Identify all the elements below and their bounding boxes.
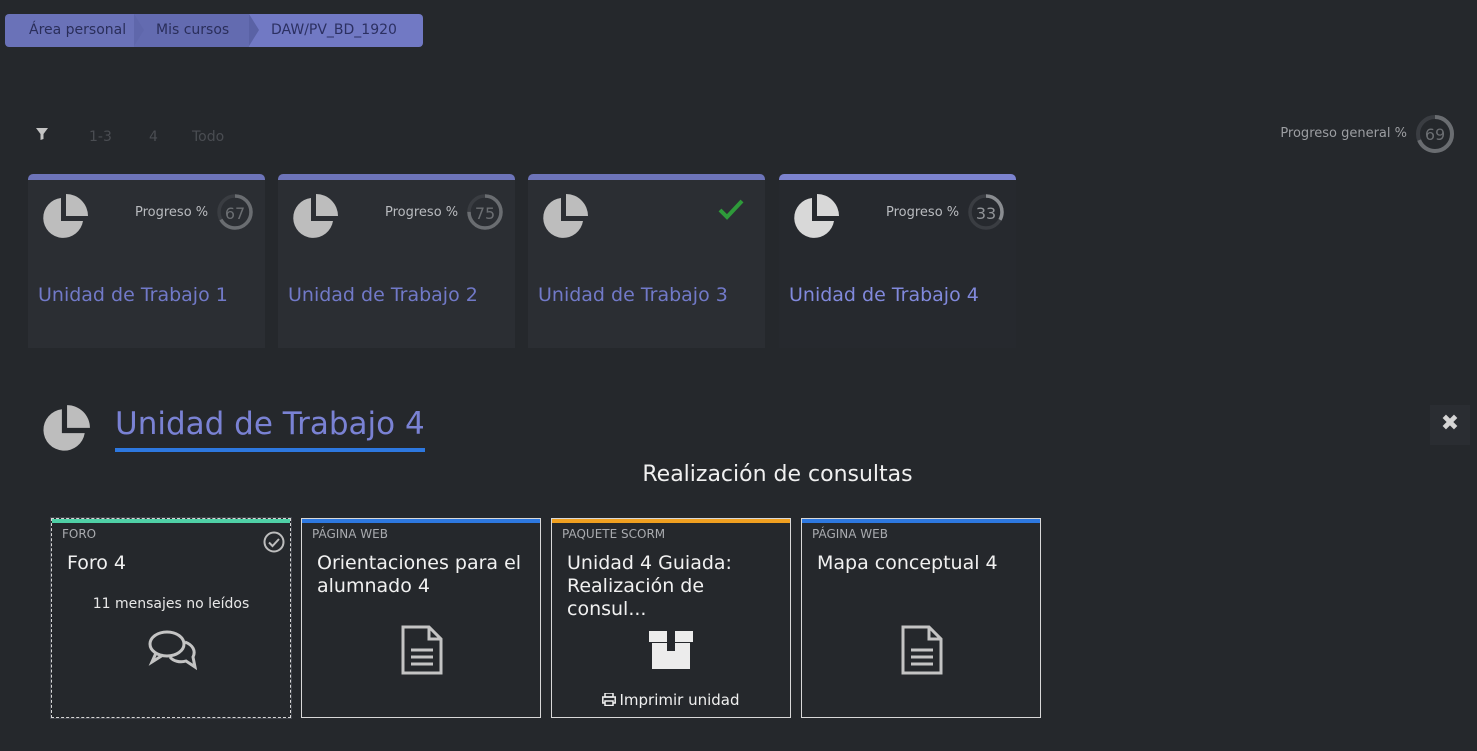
unit-title[interactable]: Unidad de Trabajo 2: [288, 284, 478, 306]
section-subtitle: Realización de consultas: [642, 462, 913, 487]
activity-type: PÁGINA WEB: [812, 527, 888, 541]
activity-color-bar: [302, 519, 540, 523]
print-unit-link[interactable]: Imprimir unidad: [552, 691, 790, 709]
activity-card-orientaciones[interactable]: PÁGINA WEB Orientaciones para el alumnad…: [301, 518, 541, 718]
section-title: Unidad de Trabajo 4: [115, 406, 425, 452]
pie-chart-icon: [543, 194, 588, 238]
activity-type: FORO: [62, 527, 97, 541]
activity-name[interactable]: Unidad 4 Guiada: Realización de consul..…: [567, 552, 782, 621]
check-circle-icon[interactable]: [263, 531, 285, 553]
completed-check-icon: [718, 199, 744, 220]
pie-chart-icon: [43, 405, 90, 451]
activity-card-mapa[interactable]: PÁGINA WEB Mapa conceptual 4: [801, 518, 1041, 718]
filter-option-4[interactable]: 4: [149, 129, 158, 145]
filter-option-todo[interactable]: Todo: [192, 129, 224, 145]
print-unit-label: Imprimir unidad: [619, 691, 740, 709]
overall-progress-label: Progreso general %: [1280, 126, 1407, 141]
breadcrumb-mis-cursos[interactable]: Mis cursos: [134, 14, 259, 47]
document-icon: [901, 625, 943, 675]
breadcrumb: Área personal Mis cursos DAW/PV_BD_1920: [5, 14, 423, 47]
progress-label: Progreso %: [135, 205, 209, 220]
activity-card-foro[interactable]: FORO Foro 4 11 mensajes no leídos: [50, 517, 292, 719]
unit-card-3[interactable]: Unidad de Trabajo 3: [528, 174, 765, 348]
pie-chart-icon: [43, 194, 88, 238]
unread-messages: 11 mensajes no leídos: [92, 596, 250, 612]
activity-color-bar: [52, 519, 290, 523]
breadcrumb-area-personal[interactable]: Área personal: [5, 14, 144, 47]
breadcrumb-course[interactable]: DAW/PV_BD_1920: [249, 14, 423, 47]
unit-title[interactable]: Unidad de Trabajo 4: [789, 284, 979, 306]
activity-type: PÁGINA WEB: [312, 527, 388, 541]
activity-name[interactable]: Foro 4: [67, 552, 282, 575]
unit-card-1[interactable]: Progreso % 67 Unidad de Trabajo 1: [28, 174, 265, 348]
activity-type: PAQUETE SCORM: [562, 527, 666, 541]
activity-name[interactable]: Mapa conceptual 4: [817, 552, 1032, 575]
filter-icon[interactable]: [35, 127, 49, 141]
unit-progress-value: 75: [474, 204, 496, 223]
overall-progress-value: 69: [1424, 125, 1446, 144]
unit-card-4[interactable]: Progreso % 33 Unidad de Trabajo 4: [779, 174, 1016, 348]
unit-progress-value: 33: [975, 204, 997, 223]
chat-icon: [148, 630, 197, 671]
unit-title[interactable]: Unidad de Trabajo 3: [538, 284, 728, 306]
document-icon: [401, 625, 443, 675]
unit-title[interactable]: Unidad de Trabajo 1: [38, 284, 228, 306]
activity-color-bar: [552, 519, 790, 523]
pie-chart-icon: [293, 194, 338, 238]
package-icon: [649, 631, 693, 669]
unit-progress-value: 67: [224, 204, 246, 223]
activity-card-scorm[interactable]: PAQUETE SCORM Unidad 4 Guiada: Realizaci…: [551, 518, 791, 718]
print-icon: [602, 693, 617, 706]
activity-color-bar: [802, 519, 1040, 523]
progress-label: Progreso %: [886, 205, 960, 220]
close-button[interactable]: ✖: [1430, 405, 1470, 445]
activity-name[interactable]: Orientaciones para el alumnado 4: [317, 552, 532, 598]
unit-card-2[interactable]: Progreso % 75 Unidad de Trabajo 2: [278, 174, 515, 348]
progress-label: Progreso %: [385, 205, 459, 220]
filter-option-1-3[interactable]: 1-3: [89, 129, 112, 145]
pie-chart-icon: [794, 194, 839, 238]
